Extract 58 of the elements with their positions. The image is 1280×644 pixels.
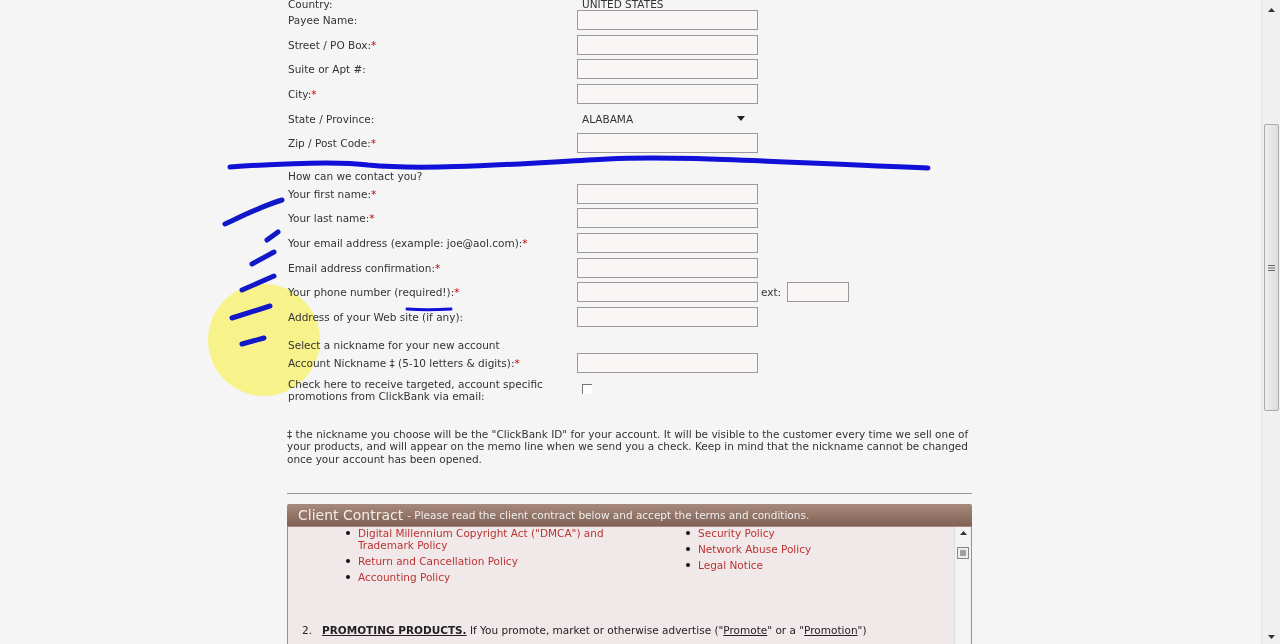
section-heading: Select a nickname for your new account: [288, 339, 500, 352]
policy-link[interactable]: Security Policy: [698, 527, 775, 540]
input-field[interactable]: [577, 84, 758, 105]
caret-icon: [737, 116, 745, 122]
input-field[interactable]: [577, 306, 758, 327]
bullet-icon: [346, 559, 350, 564]
bullet-icon: [686, 531, 690, 536]
field-label: Address of your Web site (if any):: [288, 310, 464, 323]
ext-field[interactable]: [787, 282, 850, 303]
pen-underline-drawing: [405, 306, 453, 312]
policy-link[interactable]: Accounting Policy: [358, 571, 451, 584]
checkbox-label: Check here to receive targeted, account specific promotions from ClickBank via email:: [288, 377, 543, 402]
field-label: Suite or Apt #:: [288, 63, 366, 76]
field-label: Zip / Post Code:*: [288, 137, 376, 150]
field-label: State / Province:: [288, 112, 375, 125]
field-label: Your email address (example: joe@aol.com):*: [288, 237, 528, 250]
country-label: Country:: [288, 0, 333, 10]
policy-link[interactable]: Digital Millennium Copyright Act ("DMCA") and Trademark Policy: [358, 527, 660, 552]
input-field[interactable]: [577, 133, 758, 154]
contract-clause: 2. PROMOTING PRODUCTS. If You promote, market or otherwise advertise ("Promote" or a "Promotion"): [302, 624, 868, 637]
bullet-icon: [686, 563, 690, 568]
section-subtitle: - Please read the client contract below and accept the terms and conditions.: [407, 509, 810, 522]
scroll-thumb-icon[interactable]: [957, 547, 969, 560]
input-field[interactable]: [577, 34, 758, 55]
field-label: Account Nickname ‡ (5-10 letters & digits):*: [288, 357, 520, 370]
section-heading: How can we contact you?: [288, 169, 423, 182]
promotions-checkbox[interactable]: [582, 383, 592, 394]
policy-link[interactable]: Legal Notice: [698, 559, 764, 572]
input-field[interactable]: [577, 257, 758, 278]
policy-link[interactable]: Return and Cancellation Policy: [358, 555, 518, 568]
footnote-text: ‡ the nickname you choose will be the "ClickBank ID" for your account. It will be visible to the customer every time we sell one of your products, and will appear on the memo line when we send you a check. Keep in mind that the nickname cannot be changed once your account has been opened.: [287, 427, 970, 466]
field-label: Payee Name:: [288, 14, 358, 27]
field-label: Street / PO Box:*: [288, 38, 377, 51]
input-field[interactable]: [577, 208, 758, 229]
policy-link[interactable]: Network Abuse Policy: [698, 543, 812, 556]
ext-label: ext:: [761, 286, 782, 299]
field-label: Your first name:*: [288, 187, 377, 200]
section-title: Client Contract: [298, 507, 404, 524]
scroll-up-icon[interactable]: [959, 531, 967, 536]
scroll-thumb[interactable]: [1263, 124, 1279, 411]
bullet-icon: [346, 575, 350, 580]
scroll-up-icon[interactable]: [1267, 8, 1275, 12]
field-label: Email address confirmation:*: [288, 261, 441, 274]
field-label: City:*: [288, 88, 317, 101]
input-field[interactable]: [577, 353, 758, 374]
scrollbar[interactable]: [954, 527, 971, 644]
scroll-down-icon[interactable]: [1267, 635, 1275, 639]
field-label: Your last name:*: [288, 212, 375, 225]
field-label: Your phone number (required!):*: [288, 286, 460, 299]
bullet-icon: [686, 547, 690, 552]
input-field[interactable]: [577, 59, 758, 80]
input-field[interactable]: [577, 233, 758, 254]
country-select[interactable]: UNITED STATES: [577, 0, 664, 10]
input-field[interactable]: [577, 282, 758, 303]
grip-icon: [1267, 264, 1275, 271]
input-field[interactable]: [577, 183, 758, 204]
input-field[interactable]: [577, 10, 758, 31]
bullet-icon: [346, 531, 350, 536]
